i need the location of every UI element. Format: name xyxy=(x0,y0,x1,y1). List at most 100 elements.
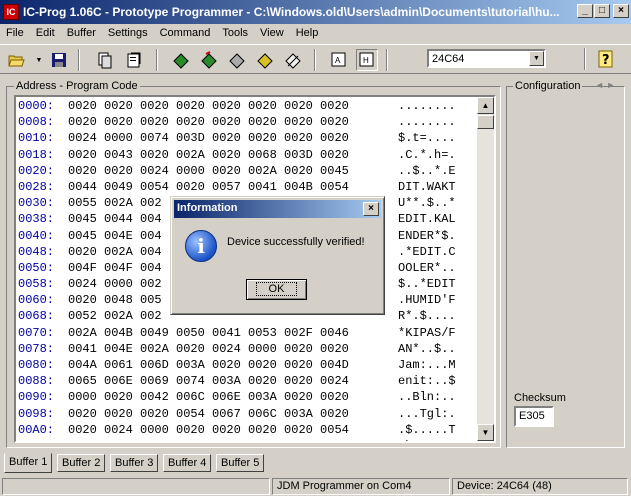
menu-edit[interactable]: Edit xyxy=(30,27,61,39)
row-address: 0010: xyxy=(18,131,55,146)
row-words[interactable]: 0020 0043 0020 002A 0020 0068 003D 0020 xyxy=(68,147,398,163)
row-ascii: *KIPAS/F xyxy=(398,325,456,340)
row-ascii: ahun:20. xyxy=(398,438,468,441)
tab-buffer-3[interactable]: Buffer 3 xyxy=(110,454,159,472)
row-ascii: Jam:...M xyxy=(398,358,456,372)
row-ascii: .HUMID'F xyxy=(398,293,456,308)
row-ascii: $..*EDIT xyxy=(398,277,456,292)
tab-buffer-1[interactable]: Buffer 1 xyxy=(4,453,53,473)
row-words[interactable]: 0061 0068 0075 006E 003A 0032 0030 0020 xyxy=(68,438,398,441)
minimize-button[interactable]: _ xyxy=(577,4,593,18)
row-ascii: DIT.WAKT xyxy=(398,179,456,194)
code-row[interactable]: 0010: 0024 0000 0074 003D 0020 0020 0020 … xyxy=(18,130,478,146)
code-row[interactable]: 0098: 0020 0020 0020 0054 0067 006C 003A … xyxy=(18,406,478,422)
save-icon[interactable] xyxy=(48,49,70,71)
row-ascii: ........ xyxy=(398,115,456,130)
scroll-up-icon[interactable]: ▲ xyxy=(477,97,494,114)
row-words[interactable]: 004A 0061 006D 003A 0020 0020 0020 004D xyxy=(68,357,398,373)
menu-file[interactable]: File xyxy=(0,27,30,39)
dropdown-arrow-icon[interactable]: ▼ xyxy=(28,49,50,71)
blank-check-icon[interactable] xyxy=(282,49,304,71)
open-file-icon[interactable] xyxy=(6,49,28,71)
menu-bar: File Edit Buffer Settings Command Tools … xyxy=(0,24,631,42)
ok-button[interactable]: OK xyxy=(246,279,307,300)
view-assembler-icon[interactable]: A xyxy=(328,49,350,71)
row-words[interactable]: 0020 0020 0020 0020 0020 0020 0020 0020 xyxy=(68,98,398,114)
row-address: 0038: xyxy=(18,212,55,227)
configure-icon[interactable] xyxy=(94,49,116,71)
tab-buffer-5[interactable]: Buffer 5 xyxy=(216,454,265,472)
status-empty xyxy=(2,478,270,495)
erase-chip-icon[interactable] xyxy=(226,49,248,71)
dialog-title: Information xyxy=(174,200,381,218)
close-button[interactable]: × xyxy=(613,4,629,18)
code-row[interactable]: 0090: 0000 0020 0042 006C 006E 003A 0020 … xyxy=(18,389,478,405)
scroll-thumb[interactable] xyxy=(477,115,494,129)
row-ascii: enit:..$ xyxy=(398,374,456,389)
row-words[interactable]: 0041 004E 002A 0020 0024 0000 0020 0020 xyxy=(68,341,398,357)
code-row[interactable]: 0020: 0020 0020 0024 0000 0020 002A 0020 … xyxy=(18,163,478,179)
row-address: 0050: xyxy=(18,260,55,275)
help-icon[interactable]: ? xyxy=(595,48,617,70)
settings-sheet-icon[interactable] xyxy=(124,49,146,71)
chevron-down-icon[interactable]: ▼ xyxy=(529,51,544,66)
menu-view[interactable]: View xyxy=(254,27,290,39)
row-words[interactable]: 0020 0020 0024 0000 0020 002A 0020 0045 xyxy=(68,163,398,179)
row-address: 0068: xyxy=(18,309,55,324)
row-address: 0080: xyxy=(18,358,55,372)
device-select-value: 24C64 xyxy=(432,53,465,65)
tab-buffer-2[interactable]: Buffer 2 xyxy=(57,454,106,472)
row-words[interactable]: 0024 0000 0074 003D 0020 0020 0020 0020 xyxy=(68,130,398,146)
dialog-close-icon[interactable]: × xyxy=(363,202,379,216)
code-row[interactable]: 0070: 002A 004B 0049 0050 0041 0053 002F … xyxy=(18,325,478,341)
menu-tools[interactable]: Tools xyxy=(216,27,254,39)
app-icon[interactable]: IC xyxy=(3,4,19,20)
row-words[interactable]: 0020 0024 0000 0020 0020 0020 0020 0054 xyxy=(68,422,398,438)
device-select[interactable]: 24C64 ▼ xyxy=(427,49,546,68)
tab-buffer-4[interactable]: Buffer 4 xyxy=(163,454,212,472)
status-device: Device: 24C64 (48) xyxy=(452,478,628,495)
code-row[interactable]: 00A0: 0020 0024 0000 0020 0020 0020 0020 … xyxy=(18,422,478,438)
row-words[interactable]: 0020 0020 0020 0054 0067 006C 003A 0020 xyxy=(68,406,398,422)
row-words[interactable]: 0020 0020 0020 0020 0020 0020 0020 0020 xyxy=(68,114,398,130)
row-address: 0058: xyxy=(18,277,55,292)
row-address: 0040: xyxy=(18,228,55,243)
row-ascii: ........ xyxy=(398,99,456,113)
menu-command[interactable]: Command xyxy=(154,27,217,39)
row-ascii: U**.$..* xyxy=(398,196,456,211)
verify-chip-icon[interactable] xyxy=(254,49,276,71)
code-row[interactable]: 0088: 0065 006E 0069 0074 003A 0020 0020 … xyxy=(18,373,478,389)
row-ascii: .$.....T xyxy=(398,422,456,437)
row-words[interactable]: 0065 006E 0069 0074 003A 0020 0020 0024 xyxy=(68,373,398,389)
row-ascii: $.t=.... xyxy=(398,131,456,146)
row-address: 00A0: xyxy=(18,422,55,437)
checksum-label: Checksum xyxy=(514,392,566,404)
code-row[interactable]: 0028: 0044 0049 0054 0020 0057 0041 004B … xyxy=(18,179,478,195)
menu-help[interactable]: Help xyxy=(290,27,325,39)
row-address: 0008: xyxy=(18,115,55,130)
menu-settings[interactable]: Settings xyxy=(102,27,154,39)
vertical-scrollbar[interactable]: ▲ ▼ xyxy=(477,97,494,441)
row-address: 0028: xyxy=(18,179,55,194)
code-row[interactable]: 0008: 0020 0020 0020 0020 0020 0020 0020 … xyxy=(18,114,478,130)
code-row[interactable]: 0000: 0020 0020 0020 0020 0020 0020 0020 … xyxy=(18,98,478,114)
title-bar: IC IC-Prog 1.06C - Prototype Programmer … xyxy=(0,0,631,24)
code-row[interactable]: 0018: 0020 0043 0020 002A 0020 0068 003D … xyxy=(18,147,478,163)
menu-buffer[interactable]: Buffer xyxy=(61,27,102,39)
row-words[interactable]: 0044 0049 0054 0020 0057 0041 004B 0054 xyxy=(68,179,398,195)
ok-button-label: OK xyxy=(255,282,298,296)
view-hex-icon[interactable]: H xyxy=(356,49,378,71)
row-words[interactable]: 0000 0020 0042 006C 006E 003A 0020 0020 xyxy=(68,389,398,405)
read-chip-icon[interactable] xyxy=(170,49,192,71)
row-address: 0070: xyxy=(18,325,55,340)
code-row[interactable]: 0080: 004A 0061 006D 003A 0020 0020 0020 … xyxy=(18,357,478,373)
config-arrows-icon[interactable]: ◄ ► xyxy=(595,80,615,90)
code-row[interactable]: 0078: 0041 004E 002A 0020 0024 0000 0020 … xyxy=(18,341,478,357)
scroll-down-icon[interactable]: ▼ xyxy=(477,424,494,441)
maximize-button[interactable]: □ xyxy=(594,4,610,18)
info-icon: i xyxy=(185,230,217,262)
row-address: 0078: xyxy=(18,341,55,356)
program-chip-icon[interactable] xyxy=(198,49,220,71)
row-words[interactable]: 002A 004B 0049 0050 0041 0053 002F 0046 xyxy=(68,325,398,341)
code-row[interactable]: 00A8:0061 0068 0075 006E 003A 0032 0030 … xyxy=(18,438,478,441)
